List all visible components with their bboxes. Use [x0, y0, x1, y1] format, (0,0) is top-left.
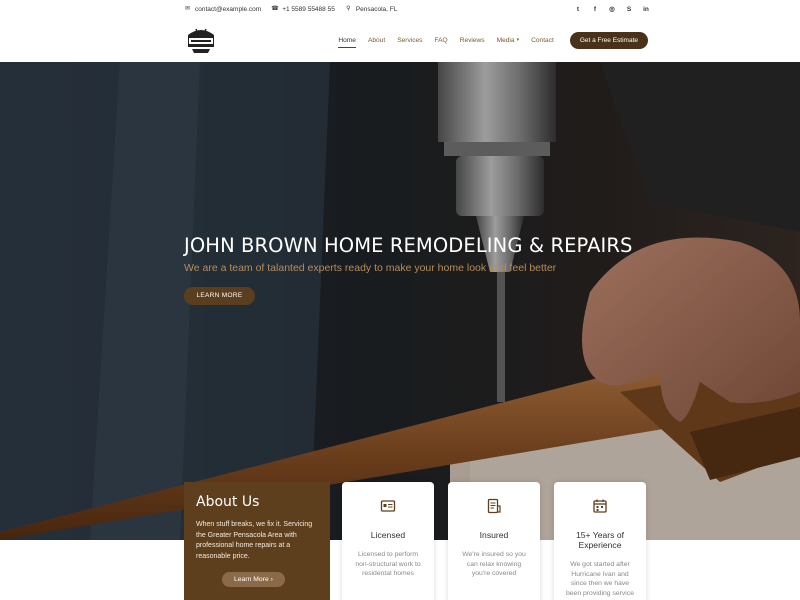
calendar-icon [593, 499, 607, 513]
card-text: We're insured so you can relax knowing y… [462, 551, 526, 578]
skype-icon[interactable]: S [625, 6, 633, 13]
logo-icon [188, 28, 214, 53]
card-title: 15+ Years of Experience [575, 530, 625, 550]
nav-contact[interactable]: Contact [531, 37, 554, 44]
about-card: About Us When stuff breaks, we fix it. S… [184, 482, 330, 600]
card-text: Licensed to perform non-structural work … [355, 551, 421, 578]
email-item[interactable]: ✉ contact@example.com [184, 6, 261, 13]
about-title: About Us [196, 494, 260, 510]
linkedin-icon[interactable]: in [642, 6, 650, 13]
email-text: contact@example.com [195, 5, 262, 13]
nav-home[interactable]: Home [338, 37, 356, 48]
about-learn-more-button[interactable]: Learn More › [222, 572, 285, 587]
document-icon [487, 498, 501, 514]
hero-subtitle: We are a team of talanted experts ready … [184, 262, 557, 274]
header: Home About Services FAQ Reviews Media ▾ … [0, 18, 800, 62]
nav-media-label: Media [496, 36, 515, 44]
top-bar: ✉ contact@example.com ☎ +1 5589 55488 55… [0, 0, 800, 18]
facebook-icon[interactable]: f [591, 6, 599, 13]
hero-overlay [0, 62, 800, 540]
nav-reviews[interactable]: Reviews [460, 37, 485, 44]
card-title: Licensed [370, 530, 406, 540]
learn-more-button[interactable]: LEARN MORE [184, 287, 255, 305]
card-text: We got started after Hurricane Ivan and … [565, 561, 634, 597]
license-icon [380, 500, 396, 512]
page: ✉ contact@example.com ☎ +1 5589 55488 55… [0, 0, 800, 600]
map-pin-icon: ⚲ [346, 5, 351, 12]
nav-about[interactable]: About [368, 37, 385, 44]
social-links: t f ◎ S in [574, 5, 650, 14]
hero-title: JOHN BROWN HOME REMODELING & REPAIRS [184, 234, 633, 257]
location-text: Pensacola, FL [355, 5, 398, 13]
nav-media[interactable]: Media ▾ [497, 37, 519, 44]
nav-services[interactable]: Services [397, 37, 422, 44]
free-estimate-button[interactable]: Get a Free Estimate [569, 31, 648, 49]
nav-faq[interactable]: FAQ [434, 37, 447, 44]
licensed-card: Licensed Licensed to perform non-structu… [342, 482, 434, 600]
contact-info: ✉ contact@example.com ☎ +1 5589 55488 55… [184, 6, 397, 13]
experience-card: 15+ Years of Experience We got started a… [554, 482, 646, 600]
main-nav: Home About Services FAQ Reviews Media ▾ … [338, 31, 648, 49]
logo[interactable] [184, 23, 218, 57]
hero [0, 62, 800, 540]
phone-text: +1 5589 55488 55 [282, 5, 335, 13]
phone-icon: ☎ [271, 5, 279, 12]
chevron-down-icon: ▾ [516, 37, 520, 43]
insured-card: Insured We're insured so you can relax k… [448, 482, 540, 600]
envelope-icon: ✉ [184, 5, 191, 12]
twitter-icon[interactable]: t [574, 6, 582, 13]
card-title: Insured [479, 530, 509, 540]
about-text: When stuff breaks, we fix it. Servicing … [196, 521, 313, 560]
instagram-icon[interactable]: ◎ [608, 5, 616, 13]
phone-item[interactable]: ☎ +1 5589 55488 55 [271, 6, 335, 13]
location-item: ⚲ Pensacola, FL [345, 5, 398, 13]
